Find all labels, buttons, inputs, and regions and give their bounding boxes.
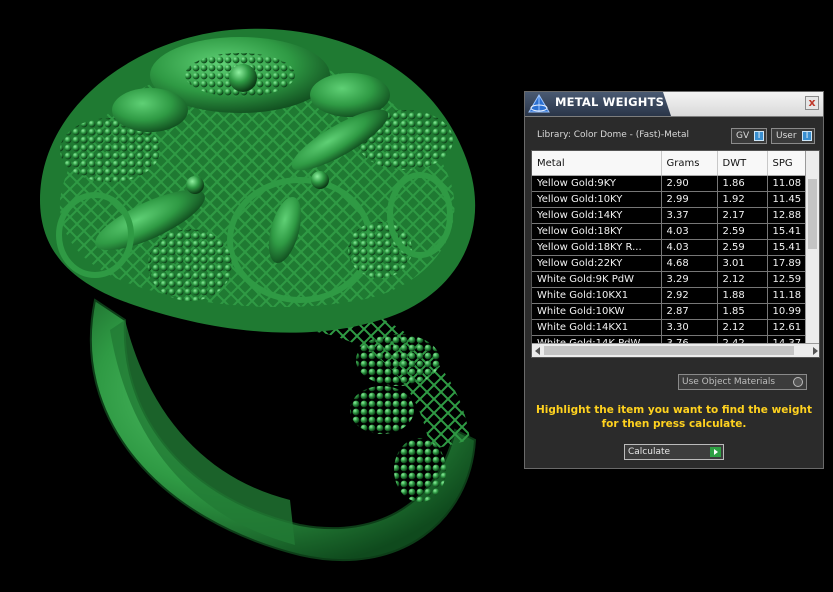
- metal-cell: Yellow Gold:10KY: [532, 191, 662, 208]
- metal-table-container: Metal Grams DWT SPG Yellow Gold:9KY 2.90…: [531, 150, 820, 358]
- scroll-left-arrow-icon[interactable]: [535, 347, 540, 355]
- metal-cell: White Gold:10KX1: [532, 287, 662, 304]
- close-button[interactable]: x: [805, 96, 819, 110]
- grams-cell: 3.37: [661, 207, 718, 224]
- metal-cell: Yellow Gold:22KY: [532, 255, 662, 272]
- metal-cell: Yellow Gold:9KY: [532, 175, 662, 192]
- table-header-row: Metal Grams DWT SPG: [532, 151, 819, 176]
- grams-cell: 4.03: [661, 239, 718, 256]
- metal-weights-panel: METAL WEIGHTS x Library: Color Dome - (F…: [524, 91, 824, 469]
- calculate-button[interactable]: Calculate: [624, 444, 724, 460]
- dwt-cell: 1.92: [717, 191, 768, 208]
- table-row[interactable]: Yellow Gold:14KY 3.37 2.17 12.88: [532, 207, 819, 224]
- grams-cell: 2.90: [661, 175, 718, 192]
- user-toggle[interactable]: User I: [771, 128, 815, 144]
- calculate-label: Calculate: [628, 447, 671, 457]
- vertical-scrollbar[interactable]: [805, 151, 819, 343]
- dwt-cell: 1.85: [717, 303, 768, 320]
- metal-table: Metal Grams DWT SPG Yellow Gold:9KY 2.90…: [532, 151, 819, 352]
- dwt-cell: 1.86: [717, 175, 768, 192]
- use-object-materials-toggle[interactable]: Use Object Materials: [678, 374, 807, 390]
- horizontal-scroll-thumb[interactable]: [544, 346, 794, 355]
- grams-cell: 3.30: [661, 319, 718, 336]
- table-row[interactable]: Yellow Gold:18KY 4.03 2.59 15.41: [532, 223, 819, 240]
- table-row[interactable]: White Gold:9K PdW 3.29 2.12 12.59: [532, 271, 819, 288]
- ring-band: [89, 298, 477, 561]
- dwt-cell: 2.17: [717, 207, 768, 224]
- column-header-dwt[interactable]: DWT: [717, 151, 768, 176]
- metal-cell: Yellow Gold:18KY: [532, 223, 662, 240]
- column-header-metal[interactable]: Metal: [532, 151, 662, 176]
- table-row[interactable]: Yellow Gold:10KY 2.99 1.92 11.45: [532, 191, 819, 208]
- panel-title: METAL WEIGHTS: [555, 95, 665, 109]
- panel-titlebar[interactable]: METAL WEIGHTS x: [525, 92, 823, 117]
- grams-cell: 2.87: [661, 303, 718, 320]
- ring-head: [40, 28, 476, 333]
- scroll-right-arrow-icon[interactable]: [813, 347, 818, 355]
- grams-cell: 3.29: [661, 271, 718, 288]
- horizontal-scrollbar[interactable]: [532, 343, 819, 357]
- close-icon: x: [808, 96, 816, 109]
- library-label: Library: Color Dome - (Fast)-Metal: [537, 130, 689, 140]
- column-header-grams[interactable]: Grams: [661, 151, 718, 176]
- metal-cell: White Gold:10KW: [532, 303, 662, 320]
- table-row[interactable]: Yellow Gold:9KY 2.90 1.86 11.08: [532, 175, 819, 192]
- table-row[interactable]: White Gold:10KW 2.87 1.85 10.99: [532, 303, 819, 320]
- toggle-switch-icon: I: [802, 131, 812, 141]
- use-object-materials-label: Use Object Materials: [682, 377, 776, 387]
- table-row[interactable]: Yellow Gold:18KY R... 4.03 2.59 15.41: [532, 239, 819, 256]
- dwt-cell: 2.12: [717, 319, 768, 336]
- instructions-text: Highlight the item you want to find the …: [536, 404, 812, 430]
- vertical-scroll-thumb[interactable]: [808, 179, 817, 249]
- pyramid-logo-icon: [528, 94, 550, 113]
- gv-toggle[interactable]: GV I: [731, 128, 767, 144]
- grams-cell: 4.03: [661, 223, 718, 240]
- radio-icon: [793, 377, 803, 387]
- dwt-cell: 2.59: [717, 239, 768, 256]
- gv-toggle-label: GV: [736, 131, 750, 141]
- play-arrow-icon: [710, 447, 721, 457]
- table-row[interactable]: White Gold:10KX1 2.92 1.88 11.18: [532, 287, 819, 304]
- grams-cell: 2.99: [661, 191, 718, 208]
- toggle-switch-icon: I: [754, 131, 764, 141]
- dwt-cell: 3.01: [717, 255, 768, 272]
- grams-cell: 4.68: [661, 255, 718, 272]
- metal-cell: Yellow Gold:14KY: [532, 207, 662, 224]
- dwt-cell: 2.59: [717, 223, 768, 240]
- metal-cell: Yellow Gold:18KY R...: [532, 239, 662, 256]
- metal-cell: White Gold:14KX1: [532, 319, 662, 336]
- dwt-cell: 2.12: [717, 271, 768, 288]
- grams-cell: 2.92: [661, 287, 718, 304]
- table-row[interactable]: White Gold:14KX1 3.30 2.12 12.61: [532, 319, 819, 336]
- metal-cell: White Gold:9K PdW: [532, 271, 662, 288]
- user-toggle-label: User: [776, 131, 797, 141]
- table-row[interactable]: Yellow Gold:22KY 4.68 3.01 17.89: [532, 255, 819, 272]
- dwt-cell: 1.88: [717, 287, 768, 304]
